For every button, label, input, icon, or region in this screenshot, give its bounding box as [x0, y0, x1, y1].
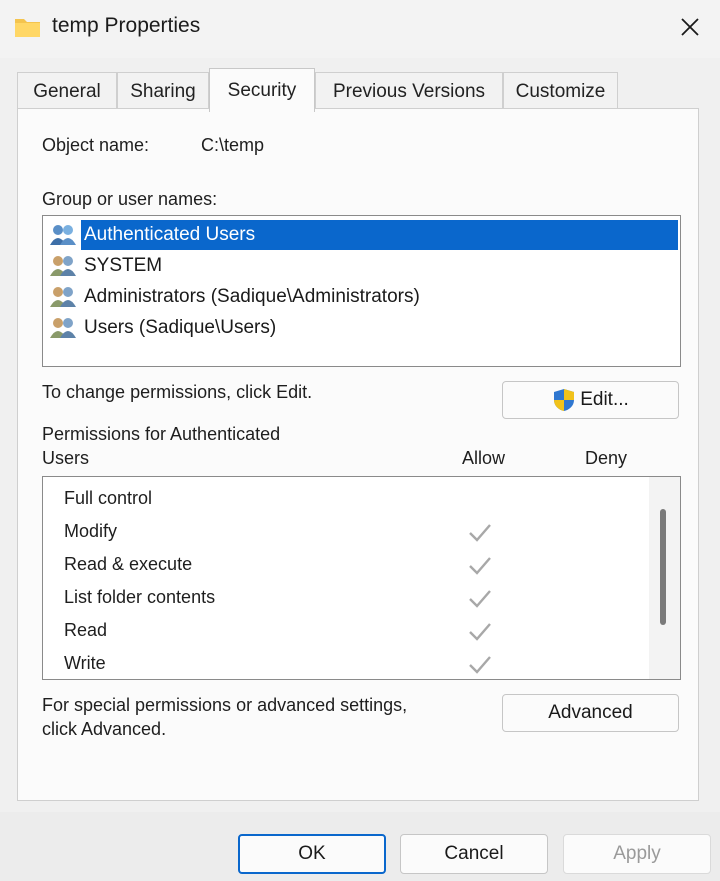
users-group-icon: [50, 318, 76, 338]
window-title: temp Properties: [52, 14, 201, 37]
allow-check-icon: [469, 623, 491, 641]
permission-row-full-control: Full control: [64, 485, 624, 515]
list-item-label: Users (Sadique\Users): [84, 317, 277, 338]
group-user-label: Group or user names:: [42, 189, 218, 209]
permission-row-modify: Modify: [64, 518, 624, 548]
permissions-title-line2: Users: [42, 448, 90, 468]
allow-check-icon: [469, 656, 491, 674]
tab-general[interactable]: General: [17, 72, 117, 110]
tab-label: General: [33, 80, 101, 102]
object-name-label: Object name:: [42, 135, 150, 155]
allow-check-icon: [469, 524, 491, 542]
list-item-authenticated-users[interactable]: Authenticated Users: [49, 220, 259, 250]
allow-check-icon: [469, 590, 491, 608]
list-item-administrators[interactable]: Administrators (Sadique\Administrators): [49, 282, 423, 312]
scrollbar-thumb[interactable]: [660, 509, 666, 625]
allow-column-header: Allow: [462, 448, 506, 468]
tab-label: Customize: [515, 80, 606, 102]
list-item-users[interactable]: Users (Sadique\Users): [49, 313, 279, 343]
permission-name: Read & execute: [64, 554, 193, 574]
edit-button-label: Edit...: [580, 389, 629, 410]
permission-name: List folder contents: [64, 587, 216, 607]
advanced-button[interactable]: Advanced: [502, 694, 679, 732]
apply-button-label: Apply: [613, 843, 661, 864]
close-icon: [681, 18, 699, 36]
object-name-value: C:\temp: [201, 135, 265, 155]
permission-row-read: Read: [64, 617, 624, 647]
advanced-button-label: Advanced: [548, 702, 633, 723]
permission-row-list-folder-contents: List folder contents: [64, 584, 624, 614]
users-group-icon: [50, 287, 76, 307]
tab-label: Security: [227, 79, 297, 101]
list-item-system[interactable]: SYSTEM: [49, 251, 165, 281]
users-group-icon: [50, 256, 76, 276]
permission-row-read-execute: Read & execute: [64, 551, 624, 581]
permission-name: Write: [64, 653, 106, 673]
close-button[interactable]: [664, 6, 716, 48]
tab-label: Previous Versions: [332, 80, 486, 102]
tab-sharing[interactable]: Sharing: [117, 72, 209, 110]
list-item-label: Authenticated Users: [81, 220, 259, 250]
folder-icon: [15, 19, 40, 37]
permission-name: Full control: [64, 488, 153, 508]
permissions-list[interactable]: Full control Modify Read & execute List …: [42, 476, 681, 680]
permissions-title-line1: Permissions for Authenticated: [42, 424, 281, 444]
permission-name: Read: [64, 620, 108, 640]
permission-name: Modify: [64, 521, 118, 541]
tab-label: Sharing: [130, 80, 196, 102]
tab-security[interactable]: Security: [209, 68, 315, 112]
users-group-icon: [50, 225, 76, 245]
list-item-label: SYSTEM: [84, 255, 163, 276]
special-permissions-text-line1: For special permissions or advanced sett…: [42, 695, 408, 715]
allow-check-icon: [469, 557, 491, 575]
cancel-button-label: Cancel: [444, 843, 504, 864]
list-item-label: Administrators (Sadique\Administrators): [84, 286, 420, 307]
special-permissions-text-line2: click Advanced.: [42, 719, 167, 739]
title-bar: temp Properties: [0, 0, 720, 58]
group-user-list[interactable]: Authenticated Users SYSTEM Administrator…: [42, 215, 681, 367]
apply-button[interactable]: Apply: [563, 834, 711, 874]
change-permissions-text: To change permissions, click Edit.: [42, 382, 313, 402]
uac-shield-icon: [554, 389, 575, 411]
permission-row-write: Write: [64, 650, 624, 679]
deny-column-header: Deny: [585, 448, 628, 468]
tab-customize[interactable]: Customize: [503, 72, 618, 110]
tab-previous-versions[interactable]: Previous Versions: [315, 72, 503, 110]
ok-button[interactable]: OK: [238, 834, 386, 874]
ok-button-label: OK: [298, 843, 326, 864]
cancel-button[interactable]: Cancel: [400, 834, 548, 874]
edit-button[interactable]: Edit...: [502, 381, 679, 419]
